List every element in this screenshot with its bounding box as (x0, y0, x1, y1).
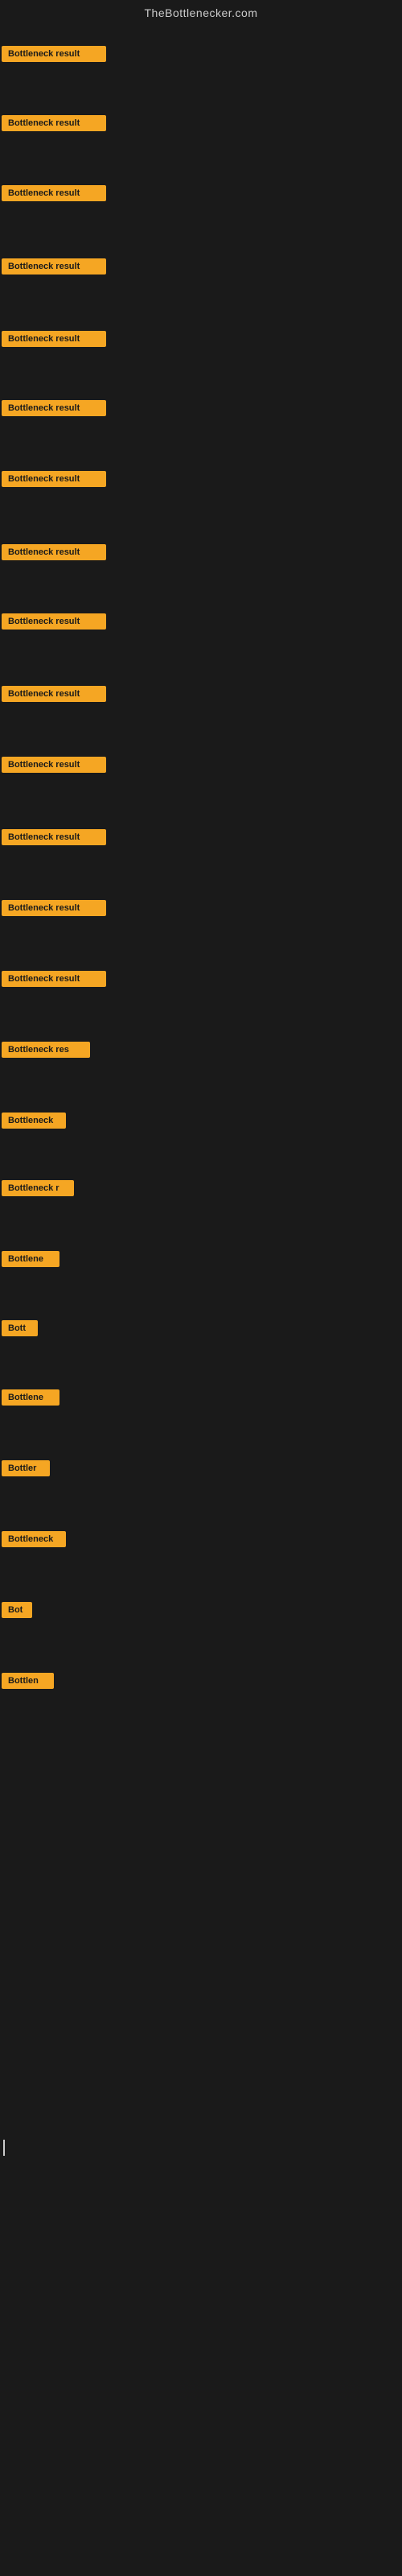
list-item: Bott (2, 1320, 38, 1340)
bottleneck-badge[interactable]: Bottleneck r (2, 1180, 74, 1196)
bottleneck-badge[interactable]: Bottleneck result (2, 115, 106, 131)
bottleneck-badge[interactable]: Bottleneck result (2, 258, 106, 275)
list-item: Bottleneck result (2, 185, 106, 205)
bottleneck-badge[interactable]: Bottleneck (2, 1531, 66, 1547)
list-item: Bottleneck result (2, 900, 106, 920)
list-item: Bottlene (2, 1251, 59, 1271)
bottleneck-badge[interactable]: Bottleneck result (2, 829, 106, 845)
bottleneck-badge[interactable]: Bottleneck result (2, 185, 106, 201)
bottleneck-badge[interactable]: Bottleneck result (2, 686, 106, 702)
bottleneck-badge[interactable]: Bottlen (2, 1673, 54, 1689)
bottleneck-badge[interactable]: Bot (2, 1602, 32, 1618)
bottleneck-badge[interactable]: Bottleneck result (2, 900, 106, 916)
list-item: Bottleneck result (2, 757, 106, 777)
list-item: Bottleneck result (2, 613, 106, 634)
bottleneck-badge[interactable]: Bott (2, 1320, 38, 1336)
list-item: Bottleneck r (2, 1180, 74, 1200)
list-item: Bottleneck res (2, 1042, 90, 1062)
list-item: Bottleneck result (2, 400, 106, 420)
bottleneck-badge[interactable]: Bottleneck result (2, 971, 106, 987)
list-item: Bottler (2, 1460, 50, 1480)
bottleneck-badge[interactable]: Bottleneck (2, 1113, 66, 1129)
bottleneck-badge[interactable]: Bottleneck result (2, 757, 106, 773)
list-item: Bottleneck result (2, 46, 106, 66)
list-item: Bottleneck result (2, 971, 106, 991)
bottleneck-badge[interactable]: Bottleneck result (2, 331, 106, 347)
items-container (0, 26, 402, 32)
bottleneck-badge[interactable]: Bottleneck result (2, 613, 106, 630)
list-item: Bot (2, 1602, 32, 1622)
list-item: Bottleneck (2, 1531, 66, 1551)
bottleneck-badge[interactable]: Bottleneck result (2, 400, 106, 416)
site-title: TheBottlenecker.com (0, 0, 402, 26)
list-item: Bottlene (2, 1389, 59, 1410)
list-item: Bottlen (2, 1673, 54, 1693)
bottleneck-badge[interactable]: Bottleneck result (2, 471, 106, 487)
list-item: Bottleneck result (2, 115, 106, 135)
list-item: Bottleneck result (2, 258, 106, 279)
list-item: Bottleneck result (2, 544, 106, 564)
bottleneck-badge[interactable]: Bottleneck result (2, 46, 106, 62)
list-item: Bottleneck result (2, 471, 106, 491)
bottleneck-badge[interactable]: Bottlene (2, 1389, 59, 1406)
list-item: Bottleneck result (2, 331, 106, 351)
list-item: Bottleneck result (2, 829, 106, 849)
cursor-indicator (3, 2140, 5, 2156)
bottleneck-badge[interactable]: Bottleneck result (2, 544, 106, 560)
page-wrapper: TheBottlenecker.com Bottleneck result Bot… (0, 0, 402, 2576)
list-item: Bottleneck (2, 1113, 66, 1133)
bottleneck-badge[interactable]: Bottler (2, 1460, 50, 1476)
list-item: Bottleneck result (2, 686, 106, 706)
bottleneck-badge[interactable]: Bottlene (2, 1251, 59, 1267)
bottleneck-badge[interactable]: Bottleneck res (2, 1042, 90, 1058)
